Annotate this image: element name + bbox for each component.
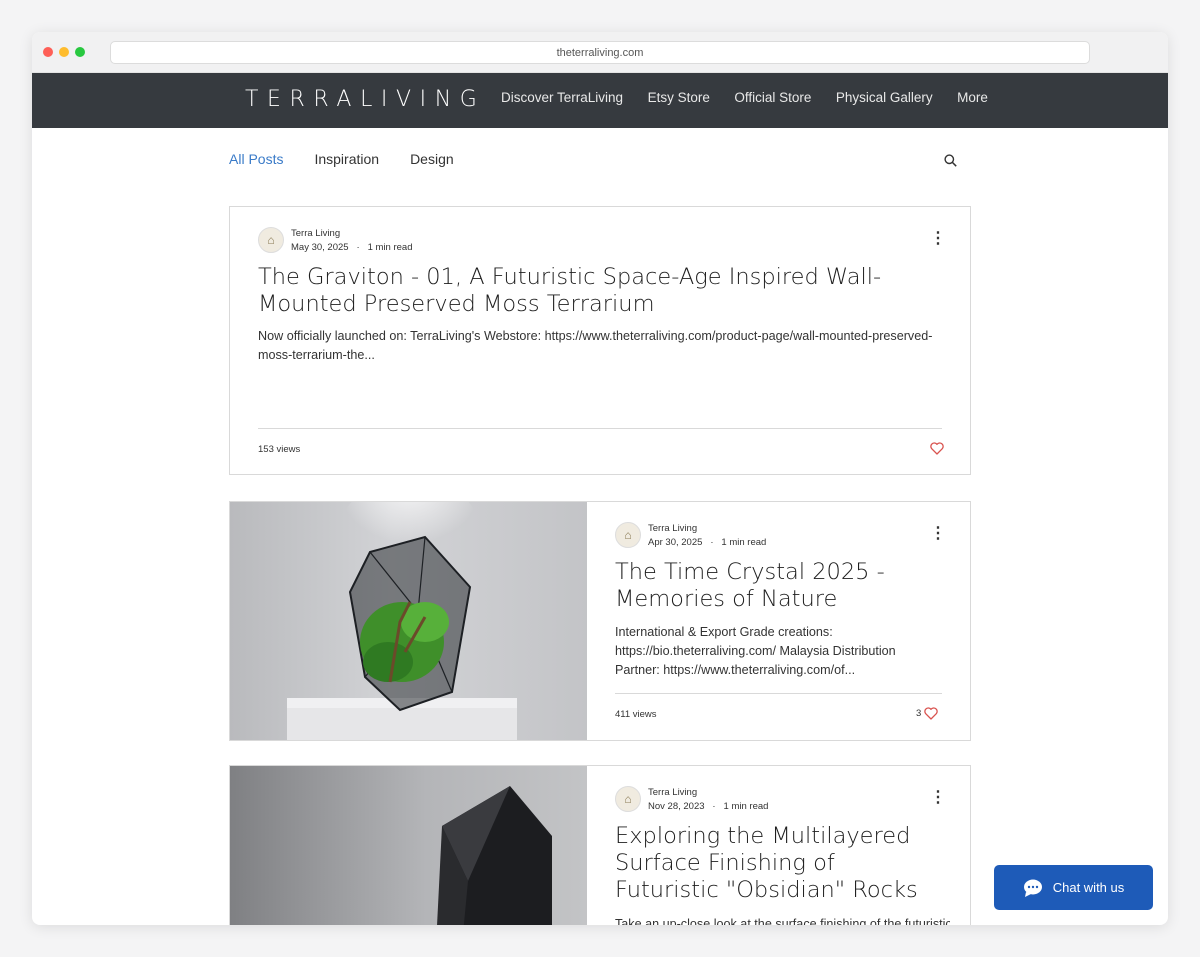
nav-item-official-store[interactable]: Official Store bbox=[734, 90, 811, 105]
post-cover-image[interactable] bbox=[230, 766, 587, 925]
nav-item-more[interactable]: More bbox=[957, 90, 988, 105]
post-date: May 30, 2025 bbox=[291, 242, 349, 253]
author-name[interactable]: Terra Living bbox=[291, 228, 340, 239]
read-time: 1 min read bbox=[721, 537, 767, 548]
address-bar[interactable]: theterraliving.com bbox=[110, 41, 1090, 64]
nav-item-discover[interactable]: Discover TerraLiving bbox=[501, 90, 623, 105]
nav-item-physical-gallery[interactable]: Physical Gallery bbox=[836, 90, 933, 105]
meta-separator: · bbox=[351, 242, 365, 253]
post-date: Apr 30, 2025 bbox=[648, 537, 703, 548]
author-avatar[interactable]: ⌂ bbox=[615, 786, 641, 812]
post-excerpt[interactable]: Now officially launched on: TerraLiving'… bbox=[258, 327, 948, 365]
heart-icon[interactable] bbox=[930, 442, 944, 455]
author-name[interactable]: Terra Living bbox=[648, 523, 697, 534]
browser-window: theterraliving.com TERRALIVING Discover … bbox=[32, 32, 1168, 925]
more-actions-icon[interactable]: ⋮ bbox=[930, 790, 946, 806]
author-avatar[interactable]: ⌂ bbox=[615, 522, 641, 548]
tab-all-posts[interactable]: All Posts bbox=[229, 151, 283, 167]
site-logo[interactable]: TERRALIVING bbox=[245, 87, 485, 112]
author-name[interactable]: Terra Living bbox=[648, 787, 697, 798]
read-time: 1 min read bbox=[723, 801, 769, 812]
meta-separator: · bbox=[707, 801, 721, 812]
obsidian-rock-image bbox=[437, 786, 552, 925]
post-title[interactable]: The Graviton - 01, A Futuristic Space-Ag… bbox=[258, 264, 908, 318]
post-card[interactable]: ⌂ Terra Living May 30, 2025 · 1 min read… bbox=[229, 206, 971, 475]
post-excerpt[interactable]: International & Export Grade creations: … bbox=[615, 623, 915, 680]
like-button[interactable] bbox=[927, 442, 944, 455]
post-divider bbox=[615, 693, 942, 694]
more-actions-icon[interactable]: ⋮ bbox=[930, 526, 946, 542]
maximize-window-button[interactable] bbox=[75, 47, 85, 57]
minimize-window-button[interactable] bbox=[59, 47, 69, 57]
search-icon[interactable] bbox=[944, 154, 957, 167]
page-content: All Posts Inspiration Design ⌂ Terra Liv… bbox=[32, 128, 1168, 925]
like-button[interactable]: 3 bbox=[916, 707, 939, 720]
like-count: 3 bbox=[916, 708, 922, 719]
tab-design[interactable]: Design bbox=[410, 151, 454, 167]
heart-icon[interactable] bbox=[924, 707, 939, 720]
post-excerpt[interactable]: Take an up-close look at the surface fin… bbox=[615, 915, 950, 925]
chat-bubble-icon bbox=[1023, 879, 1042, 897]
post-title[interactable]: Exploring the Multilayered Surface Finis… bbox=[615, 823, 945, 904]
post-cover-image[interactable] bbox=[230, 502, 587, 740]
close-window-button[interactable] bbox=[43, 47, 53, 57]
post-card[interactable]: ⌂ Terra Living Apr 30, 2025 · 1 min read… bbox=[229, 501, 971, 741]
chat-with-us-button[interactable]: Chat with us bbox=[994, 865, 1153, 910]
post-card[interactable]: ⌂ Terra Living Nov 28, 2023 · 1 min read… bbox=[229, 765, 971, 925]
post-meta: May 30, 2025 · 1 min read bbox=[291, 242, 412, 253]
post-meta: Apr 30, 2025 · 1 min read bbox=[648, 537, 766, 548]
category-tabs: All Posts Inspiration Design bbox=[229, 151, 485, 167]
post-date: Nov 28, 2023 bbox=[648, 801, 705, 812]
author-avatar[interactable]: ⌂ bbox=[258, 227, 284, 253]
more-actions-icon[interactable]: ⋮ bbox=[930, 231, 946, 247]
browser-chrome: theterraliving.com bbox=[32, 32, 1168, 73]
chat-label: Chat with us bbox=[1052, 880, 1125, 895]
read-time: 1 min read bbox=[367, 242, 413, 253]
post-meta: Nov 28, 2023 · 1 min read bbox=[648, 801, 768, 812]
view-count: 153 views bbox=[258, 444, 301, 455]
post-title[interactable]: The Time Crystal 2025 - Memories of Natu… bbox=[615, 559, 945, 613]
tab-inspiration[interactable]: Inspiration bbox=[314, 151, 379, 167]
meta-separator: · bbox=[705, 537, 719, 548]
post-divider bbox=[258, 428, 942, 429]
view-count: 411 views bbox=[615, 709, 657, 720]
main-nav: Discover TerraLiving Etsy Store Official… bbox=[501, 90, 1012, 105]
time-crystal-terrarium-image bbox=[287, 502, 517, 740]
nav-item-etsy-store[interactable]: Etsy Store bbox=[648, 90, 710, 105]
site-header: TERRALIVING Discover TerraLiving Etsy St… bbox=[32, 73, 1168, 128]
